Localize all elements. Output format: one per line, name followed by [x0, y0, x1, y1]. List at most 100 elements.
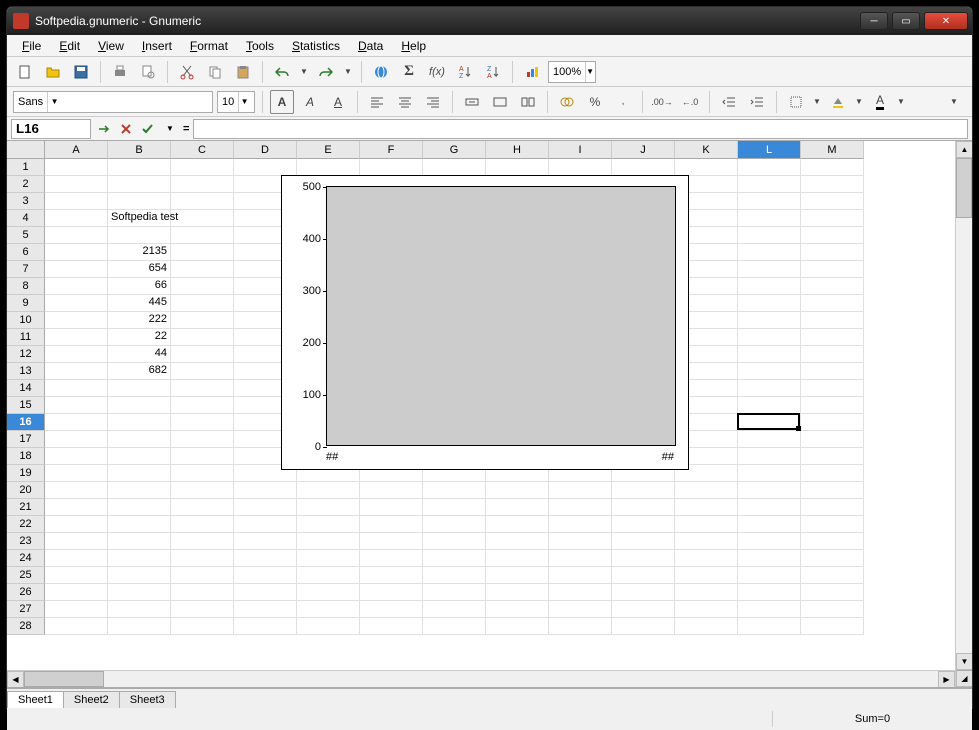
- cell-D28[interactable]: [234, 618, 297, 635]
- cell-M3[interactable]: [801, 193, 864, 210]
- sheet-tab-sheet1[interactable]: Sheet1: [7, 691, 64, 708]
- cell-H1[interactable]: [486, 159, 549, 176]
- goto-icon[interactable]: [95, 120, 113, 138]
- cell-B26[interactable]: [108, 584, 171, 601]
- cell-M12[interactable]: [801, 346, 864, 363]
- cell-A11[interactable]: [45, 329, 108, 346]
- cell-B17[interactable]: [108, 431, 171, 448]
- accept-icon[interactable]: [139, 120, 157, 138]
- align-left-icon[interactable]: [365, 90, 389, 114]
- cell-G20[interactable]: [423, 482, 486, 499]
- cell-M23[interactable]: [801, 533, 864, 550]
- cell-I25[interactable]: [549, 567, 612, 584]
- cell-A9[interactable]: [45, 295, 108, 312]
- row-header-15[interactable]: 15: [7, 397, 45, 414]
- cell-F20[interactable]: [360, 482, 423, 499]
- row-header-6[interactable]: 6: [7, 244, 45, 261]
- cell-C17[interactable]: [171, 431, 234, 448]
- borders-icon[interactable]: [784, 90, 808, 114]
- cell-C5[interactable]: [171, 227, 234, 244]
- cell-A1[interactable]: [45, 159, 108, 176]
- cell-H24[interactable]: [486, 550, 549, 567]
- row-header-27[interactable]: 27: [7, 601, 45, 618]
- row-header-18[interactable]: 18: [7, 448, 45, 465]
- cell-K22[interactable]: [675, 516, 738, 533]
- copy-icon[interactable]: [203, 60, 227, 84]
- row-header-23[interactable]: 23: [7, 533, 45, 550]
- cell-L14[interactable]: [738, 380, 801, 397]
- cell-K20[interactable]: [675, 482, 738, 499]
- cell-I22[interactable]: [549, 516, 612, 533]
- sort-asc-icon[interactable]: AZ: [453, 60, 477, 84]
- row-header-24[interactable]: 24: [7, 550, 45, 567]
- cell-A27[interactable]: [45, 601, 108, 618]
- cell-M24[interactable]: [801, 550, 864, 567]
- cell-B22[interactable]: [108, 516, 171, 533]
- cell-M7[interactable]: [801, 261, 864, 278]
- col-header-E[interactable]: E: [297, 141, 360, 159]
- cell-I21[interactable]: [549, 499, 612, 516]
- bgcolor-icon[interactable]: [826, 90, 850, 114]
- cell-L7[interactable]: [738, 261, 801, 278]
- cell-B4[interactable]: Softpedia test: [108, 210, 171, 227]
- cell-J26[interactable]: [612, 584, 675, 601]
- cell-C6[interactable]: [171, 244, 234, 261]
- col-header-H[interactable]: H: [486, 141, 549, 159]
- zoom-combo[interactable]: 100%▼: [548, 61, 596, 83]
- cell-E25[interactable]: [297, 567, 360, 584]
- cell-A16[interactable]: [45, 414, 108, 431]
- titlebar[interactable]: Softpedia.gnumeric - Gnumeric ─ ▭ ✕: [7, 7, 972, 35]
- cell-H27[interactable]: [486, 601, 549, 618]
- select-all-corner[interactable]: [7, 141, 45, 159]
- font-combo[interactable]: Sans▼: [13, 91, 213, 113]
- cell-M13[interactable]: [801, 363, 864, 380]
- cell-A8[interactable]: [45, 278, 108, 295]
- cell-B15[interactable]: [108, 397, 171, 414]
- cell-M1[interactable]: [801, 159, 864, 176]
- chart-icon[interactable]: [520, 60, 544, 84]
- col-header-K[interactable]: K: [675, 141, 738, 159]
- cell-F25[interactable]: [360, 567, 423, 584]
- size-combo[interactable]: 10▼: [217, 91, 255, 113]
- cell-M6[interactable]: [801, 244, 864, 261]
- col-header-J[interactable]: J: [612, 141, 675, 159]
- formula-input[interactable]: [193, 119, 968, 139]
- cell-L3[interactable]: [738, 193, 801, 210]
- cell-B24[interactable]: [108, 550, 171, 567]
- cell-reference-input[interactable]: [11, 119, 91, 139]
- cell-F22[interactable]: [360, 516, 423, 533]
- bold-icon[interactable]: A: [270, 90, 294, 114]
- cell-C10[interactable]: [171, 312, 234, 329]
- cell-F28[interactable]: [360, 618, 423, 635]
- inc-decimal-icon[interactable]: .00→: [650, 90, 674, 114]
- cell-G28[interactable]: [423, 618, 486, 635]
- cell-J28[interactable]: [612, 618, 675, 635]
- undo-dropdown[interactable]: ▼: [298, 60, 310, 84]
- cell-H25[interactable]: [486, 567, 549, 584]
- cell-M27[interactable]: [801, 601, 864, 618]
- cell-F23[interactable]: [360, 533, 423, 550]
- cell-C9[interactable]: [171, 295, 234, 312]
- col-header-A[interactable]: A: [45, 141, 108, 159]
- cell-G22[interactable]: [423, 516, 486, 533]
- dec-indent-icon[interactable]: [717, 90, 741, 114]
- cell-D21[interactable]: [234, 499, 297, 516]
- cell-J23[interactable]: [612, 533, 675, 550]
- cell-M21[interactable]: [801, 499, 864, 516]
- row-header-9[interactable]: 9: [7, 295, 45, 312]
- sheet-tab-sheet2[interactable]: Sheet2: [63, 691, 120, 708]
- cell-L8[interactable]: [738, 278, 801, 295]
- cell-K24[interactable]: [675, 550, 738, 567]
- cell-L18[interactable]: [738, 448, 801, 465]
- row-header-16[interactable]: 16: [7, 414, 45, 431]
- cell-K27[interactable]: [675, 601, 738, 618]
- redo-icon[interactable]: [314, 60, 338, 84]
- underline-icon[interactable]: A: [326, 90, 350, 114]
- cell-B19[interactable]: [108, 465, 171, 482]
- cell-C26[interactable]: [171, 584, 234, 601]
- vertical-scrollbar[interactable]: ▲ ▼ ◢: [955, 141, 972, 687]
- cell-F27[interactable]: [360, 601, 423, 618]
- cell-J1[interactable]: [612, 159, 675, 176]
- cell-M15[interactable]: [801, 397, 864, 414]
- cell-L19[interactable]: [738, 465, 801, 482]
